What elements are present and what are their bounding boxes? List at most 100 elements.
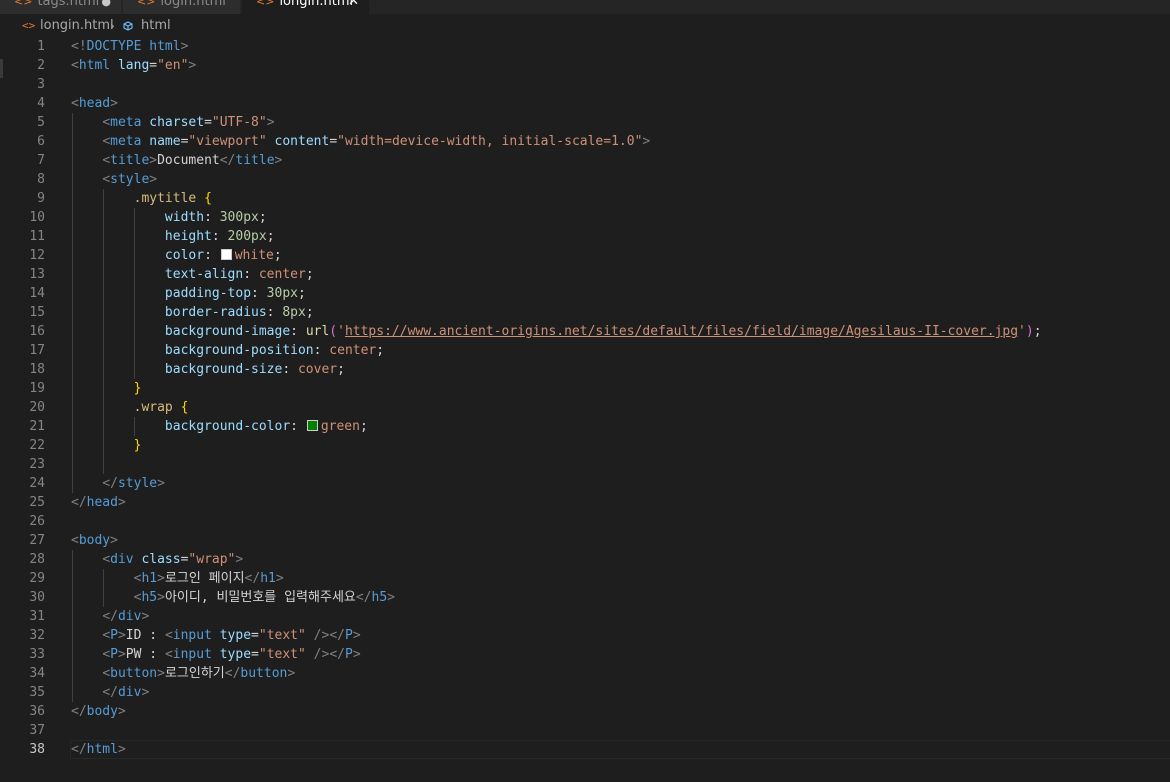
- code-line[interactable]: 32 <P>ID : <input type="text" /></P>: [0, 626, 1170, 645]
- breadcrumb: <> longin.html › html: [0, 14, 1170, 38]
- code-line[interactable]: 36 </body>: [0, 702, 1170, 721]
- line-number: 13: [29, 267, 45, 282]
- line-number: 4: [37, 96, 45, 111]
- tab-tags-html[interactable]: <> tags.html ●: [0, 0, 122, 14]
- code-line[interactable]: 13 text-align: center;: [0, 265, 1170, 284]
- line-number: 26: [29, 514, 45, 529]
- code-line[interactable]: 15 border-radius: 8px;: [0, 303, 1170, 322]
- line-code: </style>: [102, 476, 165, 491]
- code-line[interactable]: 16 background-image: url('https://www.an…: [0, 322, 1170, 341]
- code-line[interactable]: 7 <title>Document</title>: [0, 151, 1170, 170]
- code-line[interactable]: 11 height: 200px;: [0, 227, 1170, 246]
- line-code: <html lang="en">: [71, 58, 197, 73]
- line-code: </html>: [71, 742, 126, 757]
- line-code: <div class="wrap">: [102, 552, 244, 567]
- code-line[interactable]: 27 <body>: [0, 531, 1170, 550]
- code-line[interactable]: 38 </html>: [0, 740, 1170, 759]
- tab-login-html[interactable]: <> login.html: [123, 0, 241, 14]
- line-number: 38: [29, 742, 45, 757]
- code-line[interactable]: 23: [0, 455, 1170, 474]
- code-line[interactable]: 34 <button>로그인하기</button>: [0, 664, 1170, 683]
- code-line[interactable]: 29 <h1>로그인 페이지</h1>: [0, 569, 1170, 588]
- color-swatch[interactable]: [306, 420, 318, 431]
- line-code: background-color: green;: [164, 419, 368, 434]
- line-number: 28: [29, 552, 45, 567]
- unsaved-dot-icon[interactable]: ●: [101, 0, 111, 13]
- line-code: background-size: cover;: [164, 362, 345, 377]
- line-number: 3: [37, 77, 45, 92]
- code-line[interactable]: 31 </div>: [0, 607, 1170, 626]
- code-line[interactable]: 26: [0, 512, 1170, 531]
- color-swatch[interactable]: [220, 249, 232, 260]
- close-tab-icon[interactable]: ✕: [348, 0, 359, 13]
- line-number: 18: [29, 362, 45, 377]
- line-code: </div>: [102, 609, 150, 624]
- line-number: 5: [37, 115, 45, 130]
- code-line[interactable]: 28 <div class="wrap">: [0, 550, 1170, 569]
- line-code: .wrap {: [133, 400, 189, 415]
- line-code: <h5>아이디, 비밀번호를 입력해주세요</h5>: [133, 590, 395, 605]
- line-number: 35: [29, 685, 45, 700]
- line-number: 37: [29, 723, 45, 738]
- code-line[interactable]: 2 <html lang="en">: [0, 56, 1170, 75]
- tab-label: tags.html: [37, 0, 100, 9]
- line-number: 32: [29, 628, 45, 643]
- line-code: <title>Document</title>: [102, 153, 283, 168]
- code-line[interactable]: 14 padding-top: 30px;: [0, 284, 1170, 303]
- line-code: <P>ID : <input type="text" /></P>: [102, 628, 361, 643]
- code-line[interactable]: 30 <h5>아이디, 비밀번호를 입력해주세요</h5>: [0, 588, 1170, 607]
- line-number: 20: [29, 400, 45, 415]
- tab-longin-html[interactable]: <> longin.html ✕: [242, 0, 369, 14]
- code-line[interactable]: 4 <head>: [0, 94, 1170, 113]
- code-line[interactable]: 33 <P>PW : <input type="text" /></P>: [0, 645, 1170, 664]
- code-line[interactable]: 9 .mytitle {: [0, 189, 1170, 208]
- symbol-element-icon: [123, 21, 133, 31]
- code-line[interactable]: 25 </head>: [0, 493, 1170, 512]
- code-line[interactable]: 37: [0, 721, 1170, 740]
- breadcrumb-file[interactable]: longin.html: [40, 14, 114, 38]
- html-file-icon: <>: [256, 0, 275, 8]
- code-line[interactable]: 12 color: white;: [0, 246, 1170, 265]
- tab-label: longin.html: [279, 0, 354, 9]
- code-line[interactable]: 20 .wrap {: [0, 398, 1170, 417]
- line-code: </div>: [102, 685, 150, 700]
- line-number: 29: [29, 571, 45, 586]
- line-number: 1: [37, 39, 45, 54]
- code-line[interactable]: 35 </div>: [0, 683, 1170, 702]
- code-line[interactable]: 1 <!DOCTYPE html>: [0, 37, 1170, 56]
- line-code: border-radius: 8px;: [164, 305, 314, 320]
- line-number: 23: [29, 457, 45, 472]
- line-code: </head>: [71, 495, 126, 510]
- code-line[interactable]: 24 </style>: [0, 474, 1170, 493]
- line-number: 12: [29, 248, 45, 263]
- line-number: 31: [29, 609, 45, 624]
- line-code: color: white;: [164, 248, 282, 263]
- line-number: 10: [29, 210, 45, 225]
- line-number: 24: [29, 476, 45, 491]
- line-number: 21: [29, 419, 45, 434]
- code-line[interactable]: 3: [0, 75, 1170, 94]
- line-number: 7: [37, 153, 45, 168]
- code-editor[interactable]: 1 <!DOCTYPE html> 2 <html lang="en"> 3 4 <head…: [0, 37, 1170, 782]
- line-number: 19: [29, 381, 45, 396]
- line-code: <body>: [71, 533, 118, 548]
- line-code: }: [133, 438, 142, 453]
- breadcrumb-element[interactable]: html: [141, 14, 171, 38]
- code-line[interactable]: 18 background-size: cover;: [0, 360, 1170, 379]
- code-line[interactable]: 5 <meta charset="UTF-8">: [0, 113, 1170, 132]
- line-code: <button>로그인하기</button>: [102, 666, 296, 681]
- code-line[interactable]: 6 <meta name="viewport" content="width=d…: [0, 132, 1170, 151]
- line-number: 14: [29, 286, 45, 301]
- line-code: </body>: [71, 704, 126, 719]
- code-line[interactable]: 10 width: 300px;: [0, 208, 1170, 227]
- code-line[interactable]: 21 background-color: green;: [0, 417, 1170, 436]
- html-file-icon: <>: [137, 0, 156, 8]
- code-line[interactable]: 22 }: [0, 436, 1170, 455]
- html-file-icon: <>: [14, 0, 33, 8]
- code-line[interactable]: 19 }: [0, 379, 1170, 398]
- line-number: 25: [29, 495, 45, 510]
- code-line[interactable]: 8 <style>: [0, 170, 1170, 189]
- line-code: }: [133, 381, 142, 396]
- code-line[interactable]: 17 background-position: center;: [0, 341, 1170, 360]
- line-code: height: 200px;: [164, 229, 275, 244]
